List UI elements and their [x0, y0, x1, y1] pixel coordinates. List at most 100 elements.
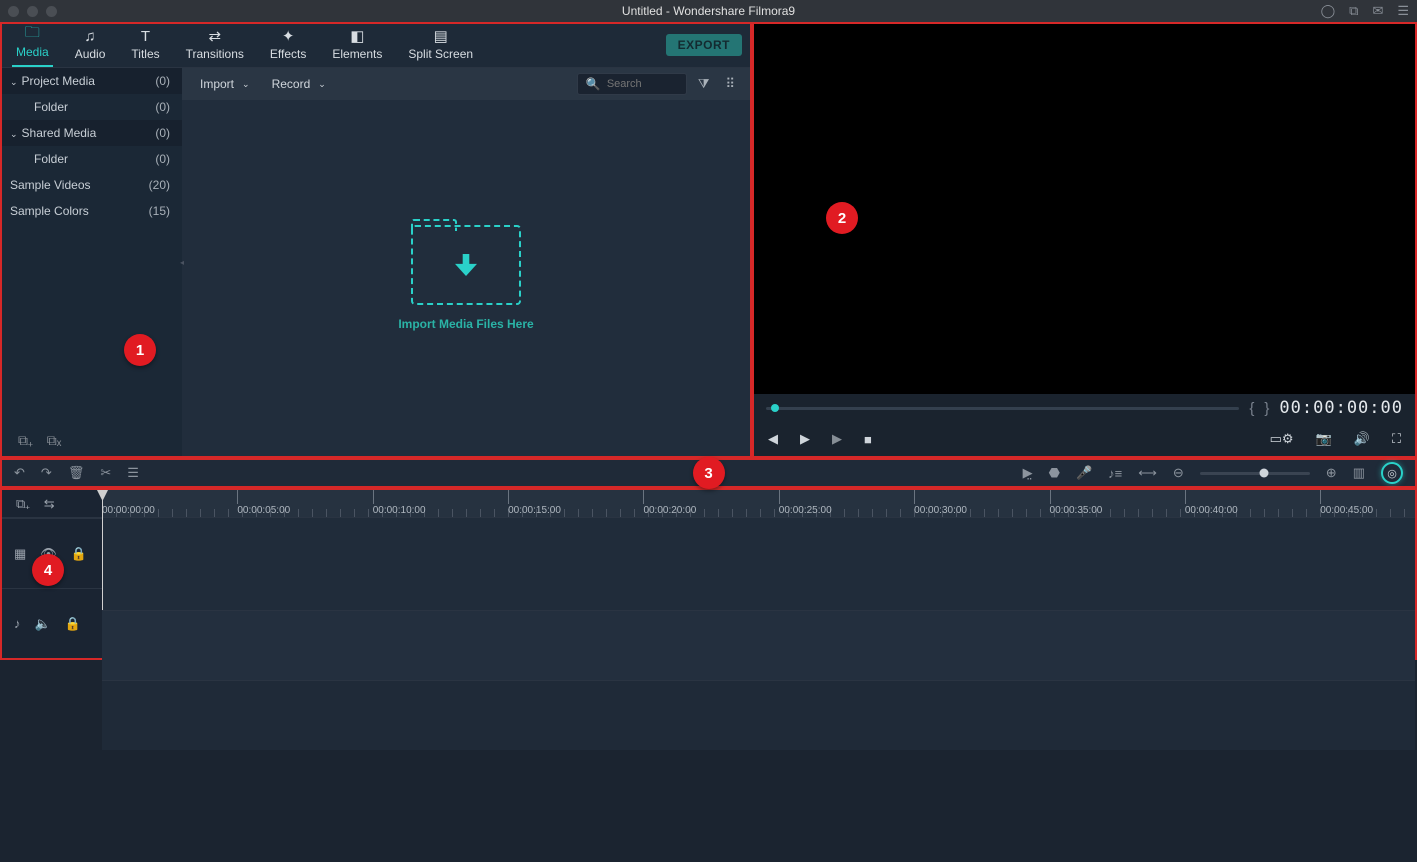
- snapshot-icon[interactable]: 📷: [1316, 431, 1332, 447]
- fit-zoom-icon[interactable]: ⟷: [1138, 465, 1157, 481]
- mark-out-icon[interactable]: }: [1264, 400, 1269, 417]
- annotation-badge-2: 2: [826, 202, 858, 234]
- scrubber-thumb-icon[interactable]: [771, 404, 779, 412]
- undo-icon[interactable]: ↶: [14, 465, 25, 481]
- sidebar-label: Shared Media: [22, 126, 97, 140]
- chevron-down-icon: ⌄: [10, 129, 18, 139]
- sidebar-item-sample-videos[interactable]: Sample Videos (20): [2, 172, 182, 198]
- shapes-icon: ◧: [350, 27, 364, 45]
- minimize-window-icon[interactable]: [27, 6, 38, 17]
- mail-icon[interactable]: ✉: [1372, 3, 1383, 19]
- stop-icon[interactable]: ■: [864, 432, 872, 447]
- zoom-thumb-icon[interactable]: [1259, 469, 1268, 478]
- sidebar-count: (0): [155, 74, 170, 88]
- ruler-mark: 00:00:45:00: [1320, 490, 1373, 517]
- lock-icon[interactable]: 🔒: [71, 546, 87, 562]
- audio-mixer-icon[interactable]: ♪≡: [1108, 466, 1122, 481]
- split-screen-icon: ▤: [434, 27, 448, 45]
- sparkle-icon: ✦: [282, 27, 295, 45]
- filter-icon[interactable]: ⧩: [693, 76, 715, 92]
- zoom-out-icon[interactable]: ⊖: [1173, 465, 1184, 481]
- export-button[interactable]: EXPORT: [666, 34, 742, 56]
- text-icon: T: [141, 27, 150, 45]
- tab-effects[interactable]: ✦ Effects: [266, 25, 310, 67]
- track-manage-icon[interactable]: ▥: [1353, 465, 1365, 481]
- prev-frame-icon[interactable]: ◀: [768, 431, 778, 447]
- add-folder-icon[interactable]: ⧉₊: [18, 432, 33, 449]
- close-window-icon[interactable]: [8, 6, 19, 17]
- menu-icon[interactable]: ☰: [1397, 3, 1409, 19]
- sidebar-count: (0): [155, 152, 170, 166]
- mark-in-icon[interactable]: {: [1249, 400, 1254, 417]
- sidebar-item-shared-folder[interactable]: Folder (0): [2, 146, 182, 172]
- music-note-icon: ♫: [84, 27, 95, 45]
- link-icon[interactable]: ⇆: [44, 496, 55, 512]
- tab-split-screen[interactable]: ▤ Split Screen: [404, 25, 477, 67]
- remove-folder-icon[interactable]: ⧉ₓ: [47, 432, 62, 449]
- grid-view-icon[interactable]: ⠿: [720, 76, 740, 92]
- download-arrow-icon: [455, 254, 477, 276]
- sidebar-item-project-folder[interactable]: Folder (0): [2, 94, 182, 120]
- preview-scrubber[interactable]: [766, 407, 1239, 410]
- tab-titles[interactable]: T Titles: [127, 25, 163, 67]
- redo-icon[interactable]: ↷: [41, 465, 52, 481]
- sidebar-count: (0): [155, 126, 170, 140]
- titlebar-actions: ◯ ⧉ ✉ ☰: [1321, 3, 1409, 19]
- render-preview-icon[interactable]: ▶̤: [1023, 465, 1033, 481]
- tab-audio-label: Audio: [75, 47, 106, 61]
- zoom-slider[interactable]: [1200, 472, 1310, 475]
- speaker-icon[interactable]: 🔈: [35, 616, 51, 632]
- search-box[interactable]: 🔍: [577, 73, 687, 95]
- video-track-lane[interactable]: [102, 610, 1415, 680]
- tab-elements[interactable]: ◧ Elements: [328, 25, 386, 67]
- sidebar-label: Project Media: [22, 74, 95, 88]
- ruler-mark: 00:00:40:00: [1185, 490, 1238, 517]
- volume-icon[interactable]: 🔊: [1354, 431, 1370, 447]
- timeline-ruler[interactable]: 00:00:00:0000:00:05:0000:00:10:0000:00:1…: [102, 490, 1415, 518]
- library-tabs: 🗀 Media ♫ Audio T Titles ⇄ Transitions ✦…: [2, 24, 750, 68]
- voiceover-icon[interactable]: 🎤: [1076, 465, 1092, 481]
- add-track-icon[interactable]: ⧉₊: [16, 496, 30, 512]
- cart-icon[interactable]: ⧉: [1349, 3, 1358, 19]
- record-label: Record: [272, 77, 311, 91]
- media-sidebar: ⌄Project Media (0) Folder (0) ⌄ Shared Me…: [2, 68, 182, 456]
- quality-settings-icon[interactable]: ▭⚙: [1270, 431, 1294, 447]
- delete-icon[interactable]: 🗑: [68, 465, 85, 481]
- sidebar-label: Sample Colors: [10, 204, 89, 218]
- tab-media[interactable]: 🗀 Media: [12, 23, 53, 67]
- tab-titles-label: Titles: [131, 47, 159, 61]
- sidebar-item-sample-colors[interactable]: Sample Colors (15): [2, 198, 182, 224]
- tab-audio[interactable]: ♫ Audio: [71, 25, 110, 67]
- preview-viewport[interactable]: 2: [754, 24, 1415, 394]
- split-icon[interactable]: ✂: [100, 465, 111, 481]
- edit-tools-icon[interactable]: ☰: [127, 465, 139, 481]
- maximize-window-icon[interactable]: [46, 6, 57, 17]
- search-input[interactable]: [607, 78, 679, 90]
- tab-transitions[interactable]: ⇄ Transitions: [182, 25, 248, 67]
- sidebar-resize-handle[interactable]: ◂: [179, 242, 185, 282]
- media-dropzone[interactable]: Import Media Files Here: [182, 100, 750, 456]
- play-icon[interactable]: ▶: [800, 431, 810, 447]
- media-browser: ◂ Import ⌄ Record ⌄ 🔍 ⧩: [182, 68, 750, 456]
- record-dropdown[interactable]: Record ⌄: [264, 73, 334, 95]
- sidebar-item-shared-media[interactable]: ⌄ Shared Media (0): [2, 120, 182, 146]
- titlebar: Untitled - Wondershare Filmora9 ◯ ⧉ ✉ ☰: [0, 0, 1417, 22]
- timeline-toolbar: ↶ ↷ 🗑 ✂ ☰ ▶̤ ⬣ 🎤 ♪≡ ⟷ ⊖ ⊕ ▥ ◎ 3: [0, 458, 1417, 488]
- zoom-in-icon[interactable]: ⊕: [1326, 465, 1337, 481]
- tab-media-label: Media: [16, 45, 49, 59]
- fullscreen-icon[interactable]: ⛶: [1392, 431, 1401, 447]
- next-frame-icon[interactable]: ▶: [832, 431, 842, 447]
- search-icon: 🔍: [586, 77, 601, 91]
- audio-track-icon[interactable]: ♪: [14, 616, 21, 631]
- import-dropdown[interactable]: Import ⌄: [192, 73, 258, 95]
- timeline-tracks-area[interactable]: 00:00:00:0000:00:05:0000:00:10:0000:00:1…: [102, 490, 1415, 658]
- chevron-down-icon: ⌄: [318, 79, 326, 90]
- audio-track-lane[interactable]: [102, 680, 1415, 750]
- video-track-icon[interactable]: ▦: [14, 546, 26, 562]
- account-icon[interactable]: ◯: [1321, 3, 1336, 19]
- sidebar-item-project-media[interactable]: ⌄Project Media (0): [2, 68, 182, 94]
- window-controls: [8, 6, 57, 17]
- marker-icon[interactable]: ⬣: [1049, 465, 1060, 481]
- help-button[interactable]: ◎: [1381, 462, 1403, 484]
- lock-icon[interactable]: 🔒: [65, 616, 81, 632]
